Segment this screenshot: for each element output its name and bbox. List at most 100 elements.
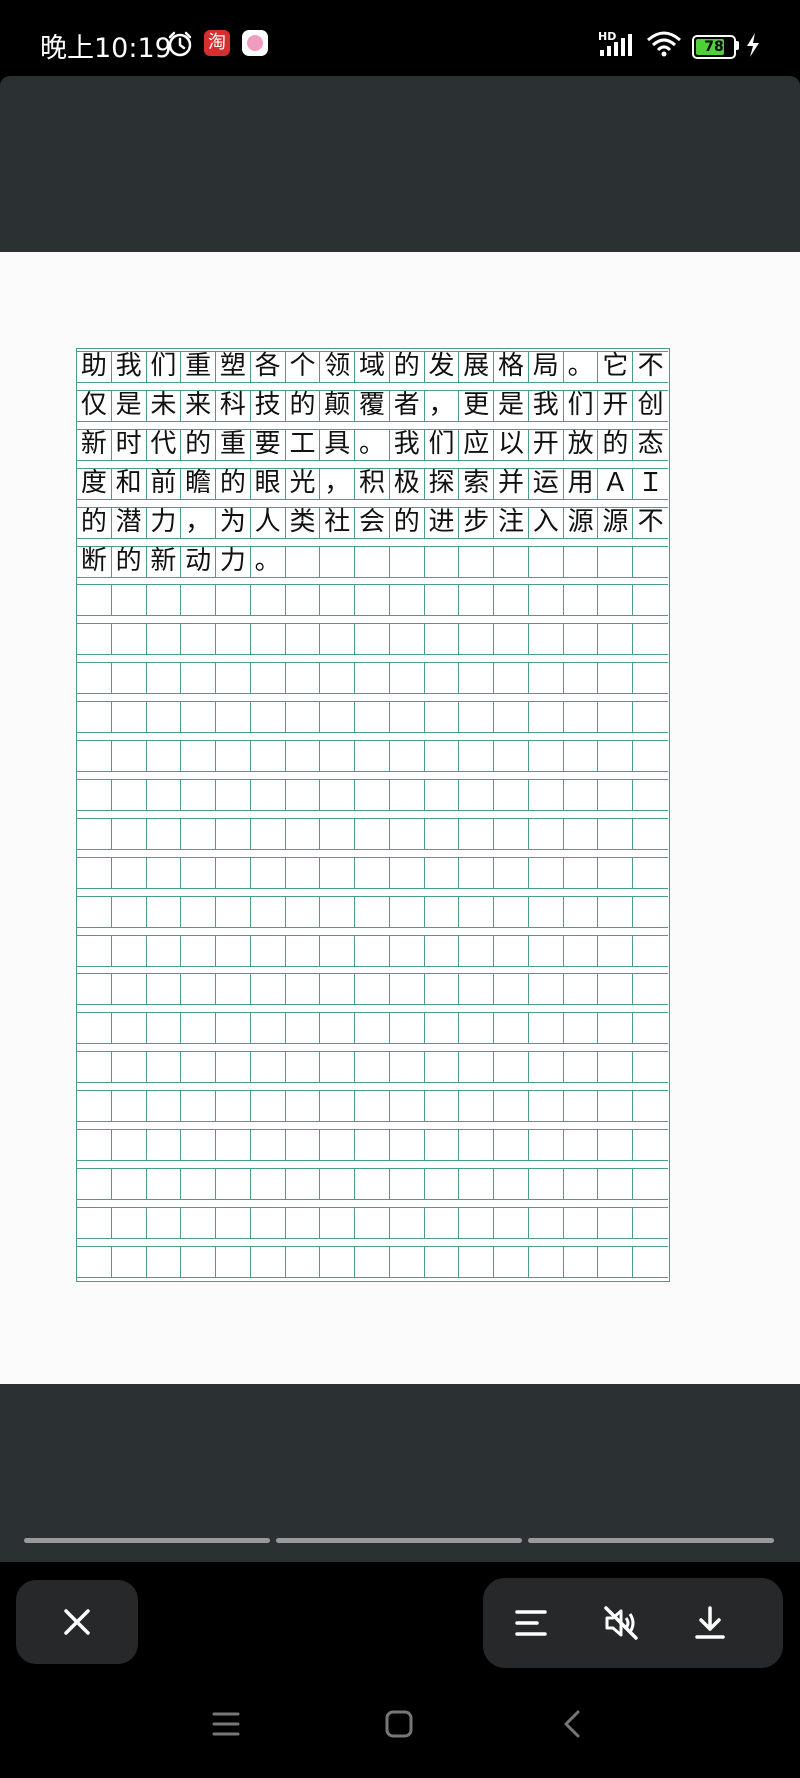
grid-cell	[286, 1051, 321, 1083]
grid-cell	[390, 895, 425, 927]
grid-cell: 力	[216, 545, 251, 577]
grid-cell	[564, 545, 599, 577]
grid-cell	[598, 856, 634, 888]
grid-cell: 个	[286, 351, 321, 382]
grid-cell: 的	[390, 506, 425, 538]
grid-cell	[564, 1167, 599, 1199]
grid-cell: 塑	[216, 351, 251, 382]
progress-segment	[276, 1538, 522, 1543]
grid-cell: 重	[181, 351, 217, 382]
grid-cell: 开	[598, 389, 634, 421]
grid-cell: 前	[147, 467, 182, 499]
grid-cell	[112, 1129, 147, 1160]
grid-cell	[494, 1206, 529, 1238]
grid-cell	[320, 662, 356, 694]
grid-cell	[459, 973, 495, 1005]
grid-cell	[251, 895, 286, 927]
grid-cell	[598, 778, 634, 810]
grid-rule	[77, 771, 668, 772]
download-button[interactable]	[672, 1578, 748, 1668]
battery-level: 78	[704, 39, 724, 55]
media-controls	[483, 1578, 783, 1668]
grid-cell	[564, 1090, 599, 1122]
grid-cell	[112, 1206, 147, 1238]
grid-cell: 它	[598, 351, 634, 382]
grid-cell	[147, 1051, 182, 1083]
grid-cell	[112, 701, 147, 733]
grid-cell	[459, 778, 495, 810]
grid-cell	[181, 740, 217, 771]
nav-home-button[interactable]	[369, 1694, 429, 1754]
grid-cell	[181, 778, 217, 810]
grid-cell	[286, 856, 321, 888]
grid-cell	[390, 1012, 425, 1044]
grid-rule	[77, 1121, 668, 1123]
grid-cell	[390, 545, 425, 577]
taobao-app-icon: 淘	[204, 30, 230, 56]
grid-cell	[529, 1167, 564, 1199]
grid-cell	[459, 584, 495, 616]
grid-cell	[425, 973, 460, 1005]
grid-cell	[425, 895, 460, 927]
grid-cell	[425, 1051, 460, 1083]
grid-cell: 。	[251, 545, 286, 577]
grid-cell	[459, 1245, 495, 1277]
grid-cell	[251, 584, 286, 616]
grid-cell	[355, 1090, 390, 1122]
grid-cell: 积	[355, 467, 390, 499]
grid-cell	[77, 740, 112, 771]
grid-cell	[390, 817, 425, 849]
grid-cell: 重	[216, 428, 251, 460]
grid-row	[77, 934, 668, 966]
grid-cell	[355, 778, 390, 810]
grid-cell	[286, 1245, 321, 1277]
grid-cell: 我	[529, 389, 564, 421]
grid-row	[77, 701, 668, 733]
grid-cell: 会	[355, 506, 390, 538]
grid-cell	[181, 934, 217, 966]
grid-cell: 类	[286, 506, 321, 538]
grid-cell	[564, 1206, 599, 1238]
grid-cell	[112, 662, 147, 694]
grid-cell	[598, 1090, 634, 1122]
menu-button[interactable]	[493, 1578, 569, 1668]
grid-cell	[459, 1012, 495, 1044]
grid-cell	[529, 895, 564, 927]
grid-cell	[459, 1090, 495, 1122]
grid-cell	[181, 1167, 217, 1199]
grid-row	[77, 623, 668, 655]
grid-cell: 是	[112, 389, 147, 421]
grid-rule	[77, 887, 668, 889]
nav-menu-button[interactable]	[196, 1694, 256, 1754]
grid-cell	[320, 973, 356, 1005]
grid-cell	[251, 934, 286, 966]
grid-cell	[390, 1167, 425, 1199]
nav-back-button[interactable]	[543, 1694, 603, 1754]
close-button[interactable]	[16, 1580, 138, 1664]
grid-cell	[320, 701, 356, 733]
grid-cell	[425, 1167, 460, 1199]
grid-cell: 科	[216, 389, 251, 421]
grid-cell	[459, 1206, 495, 1238]
grid-rule	[77, 926, 668, 928]
grid-cell	[181, 1129, 217, 1160]
grid-cell	[112, 1090, 147, 1122]
grid-row	[77, 1090, 668, 1122]
grid-cell: 是	[494, 389, 529, 421]
grid-cell: 源	[598, 506, 634, 538]
grid-row	[77, 973, 668, 1005]
grid-cell	[77, 584, 112, 616]
grid-cell	[216, 623, 251, 655]
grid-cell: 用	[564, 467, 599, 499]
mute-button[interactable]	[583, 1578, 659, 1668]
grid-cell: 的	[390, 351, 425, 382]
grid-cell	[425, 934, 460, 966]
grid-cell	[529, 856, 564, 888]
grid-cell	[390, 701, 425, 733]
grid-cell	[564, 701, 599, 733]
grid-cell: 技	[251, 389, 286, 421]
grid-cell	[320, 1129, 356, 1160]
status-bar: 晚上10:19 淘 HD 78	[0, 0, 800, 76]
grid-cell	[633, 546, 668, 577]
grid-cell	[633, 1090, 668, 1121]
